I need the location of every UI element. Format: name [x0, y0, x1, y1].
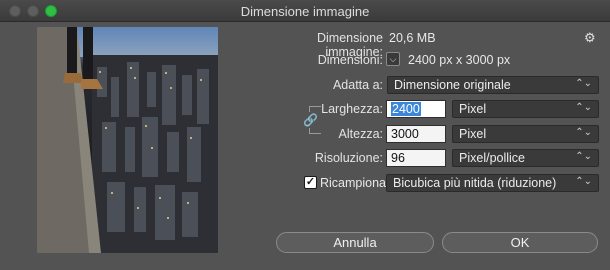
resample-label: Ricampiona:: [320, 176, 390, 190]
fit-to-value: Dimensione originale: [394, 78, 511, 92]
width-input[interactable]: 2400: [386, 100, 446, 118]
width-value: 2400: [391, 102, 421, 116]
width-unit-dropdown[interactable]: Pixel ⌃⌄: [452, 100, 599, 118]
resolution-value: 96: [391, 151, 405, 165]
dimensions-label: Dimensioni:: [317, 53, 383, 67]
gear-icon[interactable]: ⚙: [584, 30, 596, 46]
dimensions-toggle-button[interactable]: ⌵: [386, 52, 400, 66]
chevron-updown-icon: ⌃⌄: [575, 127, 592, 138]
resample-method-value: Bicubica più nitida (riduzione): [393, 176, 557, 190]
dimensions-value: 2400 px x 3000 px: [408, 53, 511, 67]
resolution-input[interactable]: 96: [386, 149, 446, 167]
resolution-unit-dropdown[interactable]: Pixel/pollice ⌃⌄: [452, 149, 599, 167]
window-title: Dimensione immagine: [240, 4, 370, 19]
height-unit-dropdown[interactable]: Pixel ⌃⌄: [452, 125, 599, 143]
ok-button[interactable]: OK: [442, 232, 598, 253]
title-bar: Dimensione immagine: [0, 0, 610, 22]
resolution-unit-value: Pixel/pollice: [459, 151, 526, 165]
image-preview: [37, 27, 218, 253]
fit-to-dropdown[interactable]: Dimensione originale ⌃⌄: [387, 76, 599, 94]
fit-to-label: Adatta a:: [332, 78, 383, 92]
image-size-value: 20,6 MB: [389, 31, 436, 45]
resample-method-dropdown[interactable]: Bicubica più nitida (riduzione) ⌃⌄: [386, 174, 599, 192]
chevron-updown-icon: ⌃⌄: [575, 102, 592, 113]
width-label: Larghezza:: [321, 102, 383, 116]
chevron-updown-icon: ⌃⌄: [575, 78, 592, 89]
height-label: Altezza:: [338, 127, 383, 141]
cancel-button[interactable]: Annulla: [276, 232, 434, 253]
chevron-updown-icon: ⌃⌄: [575, 151, 592, 162]
width-unit-value: Pixel: [459, 102, 487, 116]
height-unit-value: Pixel: [459, 127, 487, 141]
resolution-label: Risoluzione:: [314, 151, 383, 165]
height-input[interactable]: 3000: [386, 125, 446, 143]
height-value: 3000: [391, 127, 419, 141]
chevron-updown-icon: ⌃⌄: [575, 176, 592, 187]
resample-checkbox[interactable]: ✓: [304, 176, 317, 189]
